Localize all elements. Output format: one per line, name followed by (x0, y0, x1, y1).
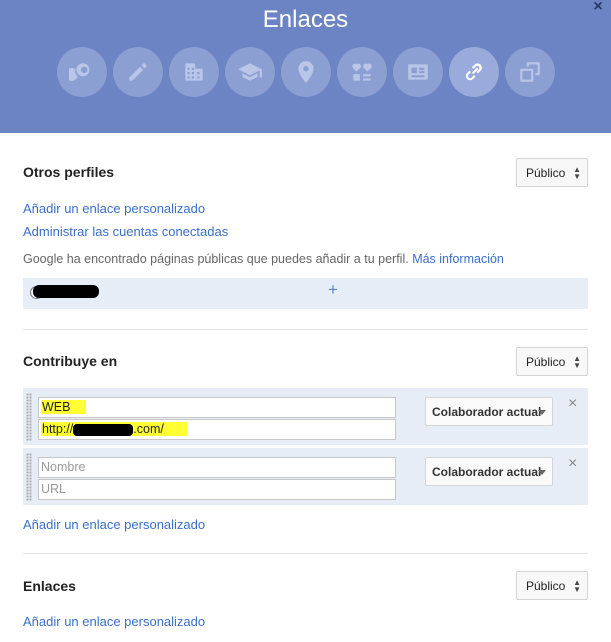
tab-links[interactable] (449, 47, 499, 97)
tab-pencil[interactable] (113, 47, 163, 97)
redacted-profile-name (33, 285, 99, 298)
contribuye-en-title: Contribuye en (23, 353, 118, 369)
contributor-entry: Nombre URL Colaborador actual × (23, 448, 588, 505)
dropdown-caret-icon (538, 410, 546, 415)
up-down-chevron-icon: ▲ ▼ (573, 578, 581, 594)
suggestions-hint: Google ha encontrado páginas públicas qu… (23, 252, 504, 266)
hearts-icon (352, 63, 372, 81)
contributor-role-select[interactable]: Colaborador actual (425, 457, 553, 486)
add-custom-link[interactable]: Añadir un enlace personalizado (23, 517, 205, 532)
tab-education[interactable] (225, 47, 275, 97)
contact-card-icon (408, 64, 428, 80)
suggested-profile-row[interactable]: + (23, 278, 588, 309)
story-icon (69, 63, 90, 81)
enlaces-privacy-select[interactable]: Público ▲ ▼ (516, 571, 588, 600)
up-down-chevron-icon: ▲ ▼ (573, 165, 581, 181)
graduation-cap-icon (238, 63, 262, 81)
tab-other[interactable] (505, 47, 555, 97)
contributor-entry: WEB http://.com/ Colaborador actual × (23, 388, 588, 445)
title-value: WEB (41, 400, 72, 414)
section-divider (23, 553, 588, 554)
drag-handle[interactable] (26, 393, 32, 441)
role-label: Colaborador actual (432, 464, 542, 479)
manage-connected-accounts-link[interactable]: Administrar las cuentas conectadas (23, 224, 228, 239)
contributor-role-select[interactable]: Colaborador actual (425, 397, 553, 426)
add-custom-link[interactable]: Añadir un enlace personalizado (23, 614, 205, 629)
link-title-field[interactable]: WEB (38, 397, 396, 418)
dropdown-caret-icon (538, 470, 546, 475)
redacted-domain (73, 424, 134, 436)
dialog-title: Enlaces (262, 6, 349, 33)
add-custom-link[interactable]: Añadir un enlace personalizado (23, 201, 205, 216)
drag-handle[interactable] (26, 453, 32, 501)
close-button[interactable]: × (591, 0, 605, 15)
privacy-label: Público (526, 165, 566, 180)
pencil-icon (129, 63, 147, 81)
copy-icon (520, 62, 540, 82)
location-pin-icon (298, 61, 314, 83)
tab-relationships[interactable] (337, 47, 387, 97)
privacy-label: Público (526, 354, 566, 369)
remove-entry-button[interactable]: × (568, 395, 577, 413)
otros-perfiles-title: Otros perfiles (23, 164, 115, 180)
link-url-input[interactable]: URL (38, 479, 396, 500)
add-profile-button[interactable]: + (328, 280, 338, 300)
url-value: http://.com/ (41, 422, 187, 436)
enlaces-title: Enlaces (23, 578, 76, 594)
tab-story[interactable] (57, 47, 107, 97)
role-label: Colaborador actual (432, 404, 542, 419)
section-tabs (57, 47, 555, 97)
hint-text: Google ha encontrado páginas públicas qu… (23, 252, 409, 266)
section-divider (23, 329, 588, 330)
link-url-field[interactable]: http://.com/ (38, 419, 396, 440)
up-down-chevron-icon: ▲ ▼ (573, 354, 581, 370)
otros-perfiles-privacy-select[interactable]: Público ▲ ▼ (516, 158, 588, 187)
tab-work[interactable] (169, 47, 219, 97)
more-info-link[interactable]: Más información (412, 252, 504, 266)
building-icon (185, 63, 203, 81)
tab-places[interactable] (281, 47, 331, 97)
tab-contact[interactable] (393, 47, 443, 97)
remove-entry-button[interactable]: × (568, 455, 577, 473)
link-name-input[interactable]: Nombre (38, 457, 396, 478)
privacy-label: Público (526, 578, 566, 593)
link-icon (465, 63, 482, 81)
dialog-header: Enlaces × (0, 0, 611, 133)
contribuye-en-privacy-select[interactable]: Público ▲ ▼ (516, 347, 588, 376)
